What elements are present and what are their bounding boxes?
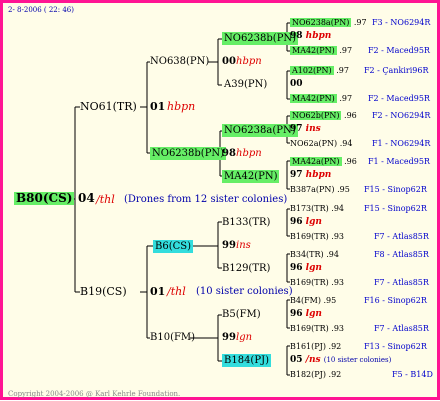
gen4-node: MA42(PN) (290, 94, 337, 103)
gen1-score: 01 (150, 285, 166, 298)
gen4-source: F13 - Sinop62R (364, 342, 427, 351)
gen1-mark: hbpn (167, 100, 196, 113)
gen4-score: .97 (336, 66, 349, 75)
gen4-source: F7 - Atlas85R (374, 278, 429, 287)
gen2-node: B6(CS) (153, 240, 194, 253)
gen1-mark: /thl (167, 285, 186, 298)
gen4-source: F15 - Sinop62R (364, 204, 427, 213)
gen4-score: 00 (290, 79, 303, 89)
gen4-score: .97 (339, 94, 353, 103)
gen2-node: B10(FM) (150, 332, 196, 343)
gen4-node: B34(TR) (290, 250, 324, 259)
gen4-source: F2 - Çankiri96R (364, 66, 429, 75)
gen4-node: B169(TR) (290, 232, 329, 241)
gen3-node: B5(FM) (222, 309, 261, 320)
gen4-source: F1 - Maced95R (368, 157, 430, 166)
gen4-score: .94 (339, 139, 353, 148)
gen3-node: MA42(PN) (222, 170, 280, 183)
gen4-score: .95 (323, 296, 337, 305)
gen4-score: .94 (331, 204, 345, 213)
gen2-node: NO638(PN) (150, 56, 210, 67)
gen4-node: NO6238a(PN) (290, 18, 352, 27)
gen4-score: .94 (326, 250, 339, 259)
gen4-source: F3 - NO6294R (372, 18, 431, 27)
gen4-node: MA42a(PN) (290, 157, 342, 166)
gen4-score: .97 (353, 18, 367, 27)
gen4-node: B173(TR) (290, 204, 329, 213)
gen4-source: F2 - NO6294R (372, 111, 431, 120)
gen4-node: B169(TR) (290, 324, 329, 333)
gen1-node: NO61(TR) (80, 100, 137, 113)
gen4-score: .92 (328, 370, 342, 379)
gen4-node: B182(PJ) (290, 370, 326, 379)
gen3-score: 98 (222, 148, 236, 159)
gen2-node: NO6238b(PN) (150, 147, 227, 160)
root-mark: /thl (96, 193, 115, 206)
gen4-node: NO62a(PN) (290, 139, 338, 148)
gen4-score: .92 (328, 342, 342, 351)
gen3-score: 99 (222, 240, 236, 251)
gen4-source: F7 - Atlas85R (374, 232, 429, 241)
gen3-score: 99 (222, 332, 236, 343)
gen4-score: .93 (331, 278, 345, 287)
gen4-node: B169(TR) (290, 278, 329, 287)
copyright: Copyright 2004-2006 @ Karl Kehrle Founda… (8, 390, 181, 398)
gen3-mark: hbpn (236, 148, 262, 159)
gen1-score: 01 (150, 100, 166, 113)
gen4-score: .95 (337, 185, 350, 194)
gen3-node: NO6238a(PN) (222, 124, 298, 137)
gen3-score: 00 (222, 56, 236, 67)
gen4-node: B387a(PN) (290, 185, 335, 194)
gen1-note: (10 sister colonies) (196, 286, 293, 297)
gen3-node: B133(TR) (222, 217, 271, 228)
gen4-node: B161(PJ) (290, 342, 326, 351)
gen3-node: NO6238b(PN) (222, 32, 299, 45)
gen4-source: F7 - Atlas85R (374, 324, 429, 333)
gen3-mark: hbpn (236, 56, 262, 67)
gen4-node: A102(PN) (290, 66, 334, 75)
gen3-mark: lgn (236, 332, 253, 343)
gen4-node: B4(FM) (290, 296, 321, 305)
gen4-score: .93 (331, 232, 345, 241)
gen4-source: F2 - Maced95R (368, 94, 430, 103)
timestamp: 2- 8-2006 ( 22: 46) (8, 6, 74, 14)
gen3-node: B184(PJ) (222, 354, 271, 367)
root-score: 04 (78, 191, 95, 205)
root-node: B80(CS) (14, 191, 75, 205)
root-note: (Drones from 12 sister colonies) (124, 194, 288, 205)
gen4-score: .93 (331, 324, 345, 333)
gen4-score: .97 (339, 46, 353, 55)
gen3-mark: ins (236, 240, 251, 251)
gen4-node: NO62b(PN) (290, 111, 342, 120)
gen4-source: F2 - Maced95R (368, 46, 430, 55)
gen4-score: .96 (344, 111, 357, 120)
gen4-score-mark: 98 hbpn (290, 31, 332, 41)
gen1-node: B19(CS) (80, 285, 127, 298)
gen4-source: F5 - B14D (392, 370, 433, 379)
gen4-source: F16 - Sinop62R (364, 296, 427, 305)
gen3-node: A39(PN) (224, 79, 268, 90)
gen4-source: F1 - NO6294R (372, 139, 431, 148)
gen4-score: .96 (344, 157, 357, 166)
gen4-source: F8 - Atlas85R (374, 250, 429, 259)
gen3-node: B129(TR) (222, 263, 271, 274)
gen4-node: MA42(PN) (290, 46, 337, 55)
gen4-source: F15 - Sinop62R (364, 185, 427, 194)
